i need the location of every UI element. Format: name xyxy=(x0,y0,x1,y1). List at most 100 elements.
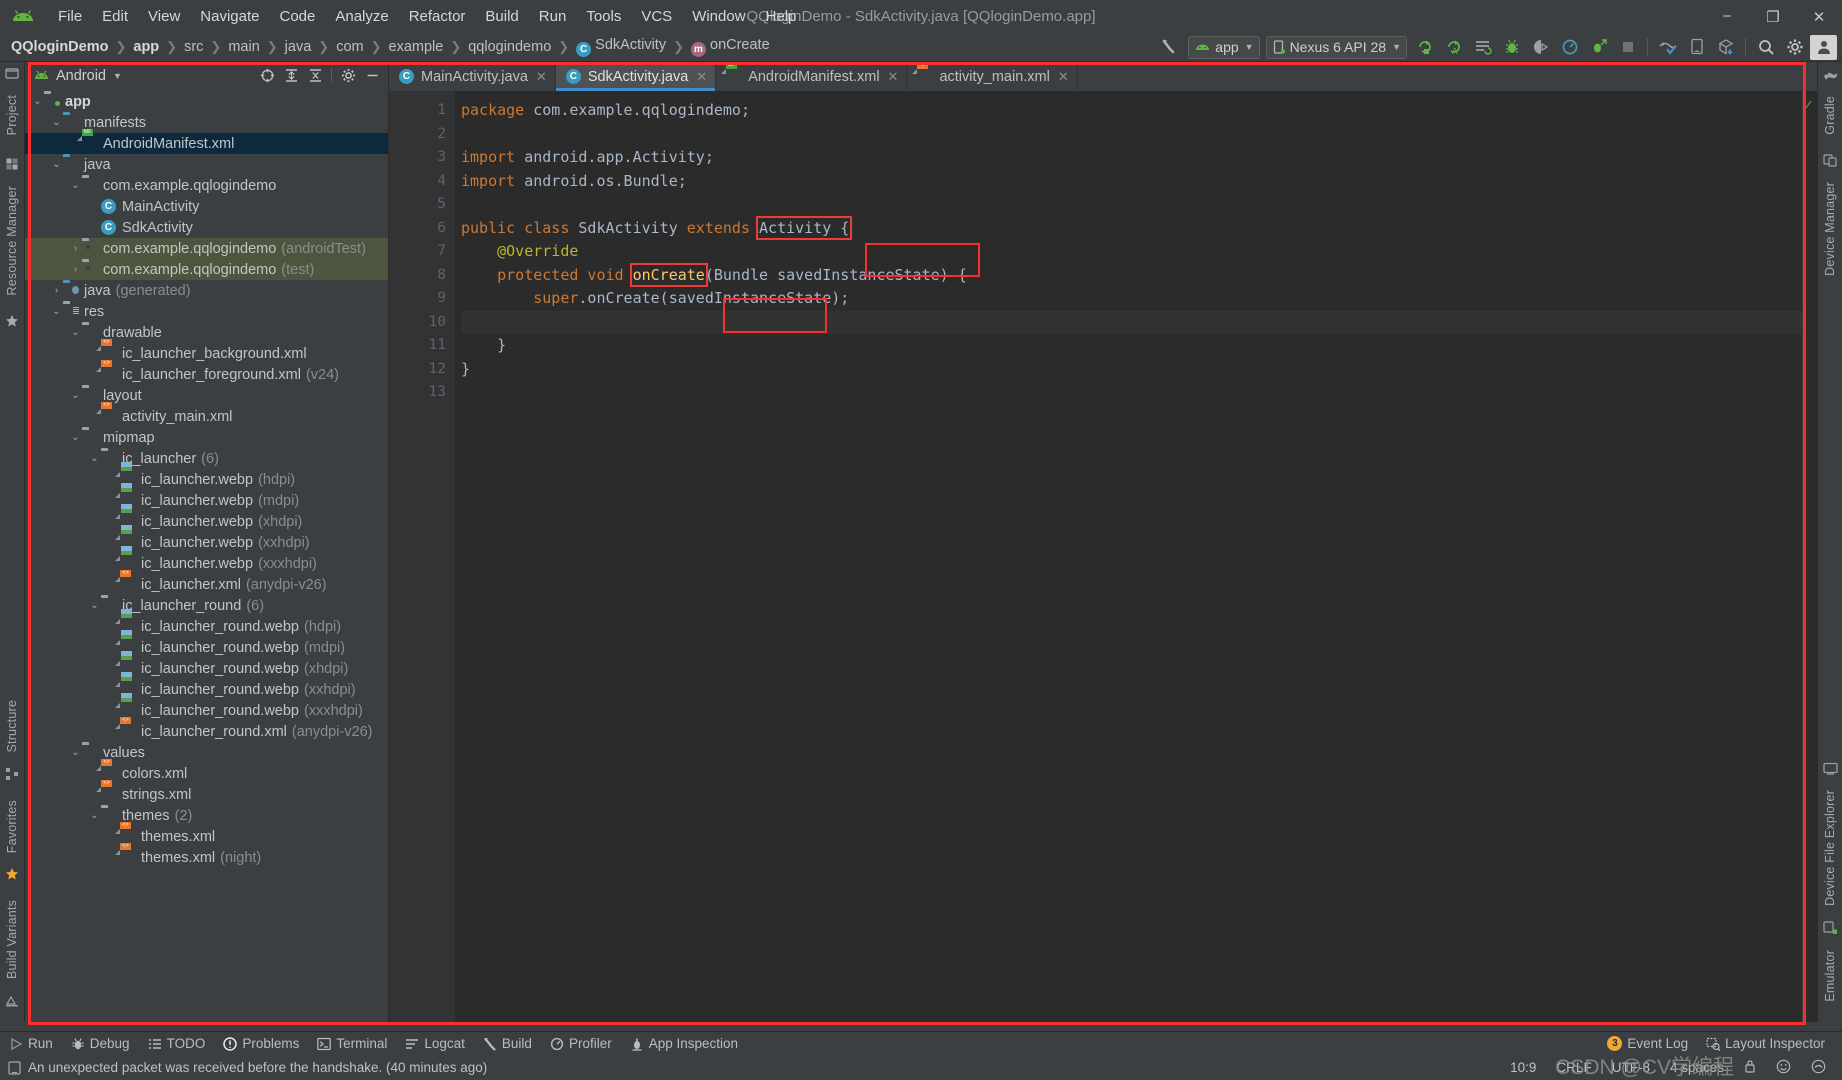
close-icon[interactable]: ✕ xyxy=(536,69,547,85)
menu-item-code[interactable]: Code xyxy=(269,6,325,27)
sidebar-item-structure[interactable]: Structure xyxy=(5,694,19,759)
tool-window-profiler[interactable]: Profiler xyxy=(541,1032,621,1056)
sidebar-item-device-manager[interactable]: Device Manager xyxy=(1823,176,1837,282)
chevron-down-icon[interactable]: ▼ xyxy=(113,71,122,81)
source-code[interactable]: package com.example.qqlogindemo; import … xyxy=(455,91,1802,1022)
sidebar-item-gradle[interactable]: Gradle xyxy=(1823,90,1837,141)
settings-gear-icon[interactable] xyxy=(337,65,359,86)
hide-panel-icon[interactable] xyxy=(361,65,383,86)
caret-position[interactable]: 10:9 xyxy=(1500,1060,1546,1075)
tool-window-logcat[interactable]: Logcat xyxy=(396,1032,474,1056)
menu-item-navigate[interactable]: Navigate xyxy=(190,6,269,27)
tree-node[interactable]: ⌄ app xyxy=(25,91,388,112)
tree-node[interactable]: C SdkActivity xyxy=(25,217,388,238)
chevron-down-icon[interactable]: ⌄ xyxy=(88,600,101,611)
tree-node[interactable]: ic_launcher.webp (hdpi) xyxy=(25,461,388,490)
code-line[interactable] xyxy=(461,193,1802,217)
breadcrumb-item-src[interactable]: src xyxy=(181,38,206,56)
module-selector[interactable]: app ▼ xyxy=(1188,35,1260,59)
sync-gradle-icon[interactable] xyxy=(1712,35,1739,60)
make-project-icon[interactable] xyxy=(1157,35,1184,60)
editor-tab-mainactivity-java[interactable]: C MainActivity.java ✕ xyxy=(389,62,556,91)
editor-tab-sdkactivity-java[interactable]: C SdkActivity.java ✕ xyxy=(555,62,717,91)
tree-node[interactable]: ⌄ mipmap xyxy=(25,427,388,448)
tree-node[interactable]: ic_launcher_round.webp (xxxhdpi) xyxy=(25,692,388,721)
tool-window-todo[interactable]: TODO xyxy=(139,1032,215,1056)
tree-node[interactable]: ⌄ res xyxy=(25,301,388,322)
tree-node[interactable]: <> activity_main.xml xyxy=(25,401,388,427)
device-selector[interactable]: Nexus 6 API 28 ▼ xyxy=(1265,35,1407,59)
code-line[interactable] xyxy=(461,123,1802,147)
code-line[interactable] xyxy=(461,310,1802,334)
settings-gear-icon[interactable] xyxy=(1781,35,1808,60)
code-line[interactable]: package com.example.qqlogindemo; xyxy=(461,99,1802,123)
code-line[interactable]: super.onCreate(savedInstanceState); xyxy=(461,287,1802,311)
tree-node[interactable]: ⌄ java xyxy=(25,154,388,175)
tree-node[interactable]: ic_launcher_round.webp (mdpi) xyxy=(25,629,388,658)
breadcrumb-item-qqlogindemo[interactable]: qqlogindemo xyxy=(465,38,554,56)
chevron-right-icon[interactable]: › xyxy=(69,243,82,254)
editor-scrollbar[interactable]: ✓ xyxy=(1802,91,1817,1022)
tool-window-problems[interactable]: Problems xyxy=(214,1032,308,1056)
chevron-down-icon[interactable]: ⌄ xyxy=(69,432,82,443)
tree-node[interactable]: ic_launcher.webp (xxxhdpi) xyxy=(25,545,388,574)
sdk-manager-icon[interactable] xyxy=(1683,35,1710,60)
apply-changes-icon[interactable]: A xyxy=(1440,35,1467,60)
status-message-area[interactable]: An unexpected packet was received before… xyxy=(0,1060,487,1075)
tool-window-terminal[interactable]: Terminal xyxy=(308,1032,396,1056)
menu-item-vcs[interactable]: VCS xyxy=(631,6,682,27)
menu-item-edit[interactable]: Edit xyxy=(92,6,138,27)
project-tree[interactable]: ⌄ app ⌄ manifests MF AndroidManifest.xml ⌄ java… xyxy=(25,89,388,1022)
breadcrumb-item-java[interactable]: java xyxy=(282,38,315,56)
tree-node[interactable]: <> ic_launcher_foreground.xml (v24) xyxy=(25,359,388,385)
code-line[interactable]: protected void onCreate(Bundle savedInst… xyxy=(461,262,1802,288)
menu-item-refactor[interactable]: Refactor xyxy=(399,6,476,27)
menu-item-run[interactable]: Run xyxy=(529,6,577,27)
close-icon[interactable]: ✕ xyxy=(1058,69,1069,85)
tree-node[interactable]: › com.example.qqlogindemo (androidTest) xyxy=(25,238,388,259)
tree-node[interactable]: ⌄ com.example.qqlogindemo xyxy=(25,175,388,196)
tree-node[interactable]: <> colors.xml xyxy=(25,758,388,784)
maximize-button[interactable]: ❐ xyxy=(1750,1,1796,33)
stop-icon[interactable] xyxy=(1614,35,1641,60)
tree-node[interactable]: C MainActivity xyxy=(25,196,388,217)
sidebar-item-emulator[interactable]: Emulator xyxy=(1823,944,1837,1008)
editor-tab-activity_main-xml[interactable]: <> activity_main.xml ✕ xyxy=(907,61,1078,91)
menu-item-tools[interactable]: Tools xyxy=(576,6,631,27)
chevron-right-icon[interactable]: › xyxy=(50,285,63,296)
code-line[interactable]: } xyxy=(461,358,1802,382)
tree-node[interactable]: ⌄ values xyxy=(25,742,388,763)
tree-node[interactable]: <> themes.xml xyxy=(25,821,388,847)
chevron-down-icon[interactable]: ⌄ xyxy=(69,747,82,758)
tree-node[interactable]: MF AndroidManifest.xml xyxy=(25,128,388,154)
editor-tab-androidmanifest-xml[interactable]: MF AndroidManifest.xml ✕ xyxy=(716,61,908,91)
tree-node[interactable]: ⌄ drawable xyxy=(25,322,388,343)
breadcrumb-item-com[interactable]: com xyxy=(333,38,366,56)
tree-node[interactable]: › java (generated) xyxy=(25,280,388,301)
sidebar-item-build-variants[interactable]: Build Variants xyxy=(5,894,19,985)
chevron-down-icon[interactable]: ⌄ xyxy=(88,453,101,464)
tool-window-debug[interactable]: Debug xyxy=(62,1032,139,1056)
search-everywhere-icon[interactable] xyxy=(1752,35,1779,60)
project-view-selector-label[interactable]: Android xyxy=(56,68,106,84)
code-line[interactable]: public class SdkActivity extends Activit… xyxy=(461,215,1802,241)
breadcrumb-item-qqlogindemo[interactable]: QQloginDemo xyxy=(8,38,111,56)
close-icon[interactable]: ✕ xyxy=(696,69,707,85)
sidebar-item-favorites[interactable]: Favorites xyxy=(5,794,19,859)
menu-item-view[interactable]: View xyxy=(138,6,190,27)
debug-bug-icon[interactable] xyxy=(1498,35,1525,60)
code-line[interactable]: } xyxy=(461,334,1802,358)
breadcrumb-item-main[interactable]: main xyxy=(225,38,262,56)
sidebar-item-resource-manager[interactable]: Resource Manager xyxy=(5,180,19,302)
tree-node[interactable]: ic_launcher.webp (xhdpi) xyxy=(25,503,388,532)
close-icon[interactable]: ✕ xyxy=(888,69,899,85)
chevron-down-icon[interactable]: ⌄ xyxy=(88,810,101,821)
breadcrumb-item-app[interactable]: app xyxy=(130,38,162,56)
attach-profiler-icon[interactable] xyxy=(1585,35,1612,60)
tree-node[interactable]: ic_launcher_round.webp (hdpi) xyxy=(25,608,388,637)
tool-window-app-inspection[interactable]: App Inspection xyxy=(621,1032,747,1056)
tool-window-run[interactable]: Run xyxy=(0,1032,62,1056)
avd-manager-icon[interactable] xyxy=(1654,35,1681,60)
breadcrumb-item-sdkactivity[interactable]: C SdkActivity xyxy=(573,36,669,58)
tree-node[interactable]: ic_launcher_round.webp (xxhdpi) xyxy=(25,671,388,700)
